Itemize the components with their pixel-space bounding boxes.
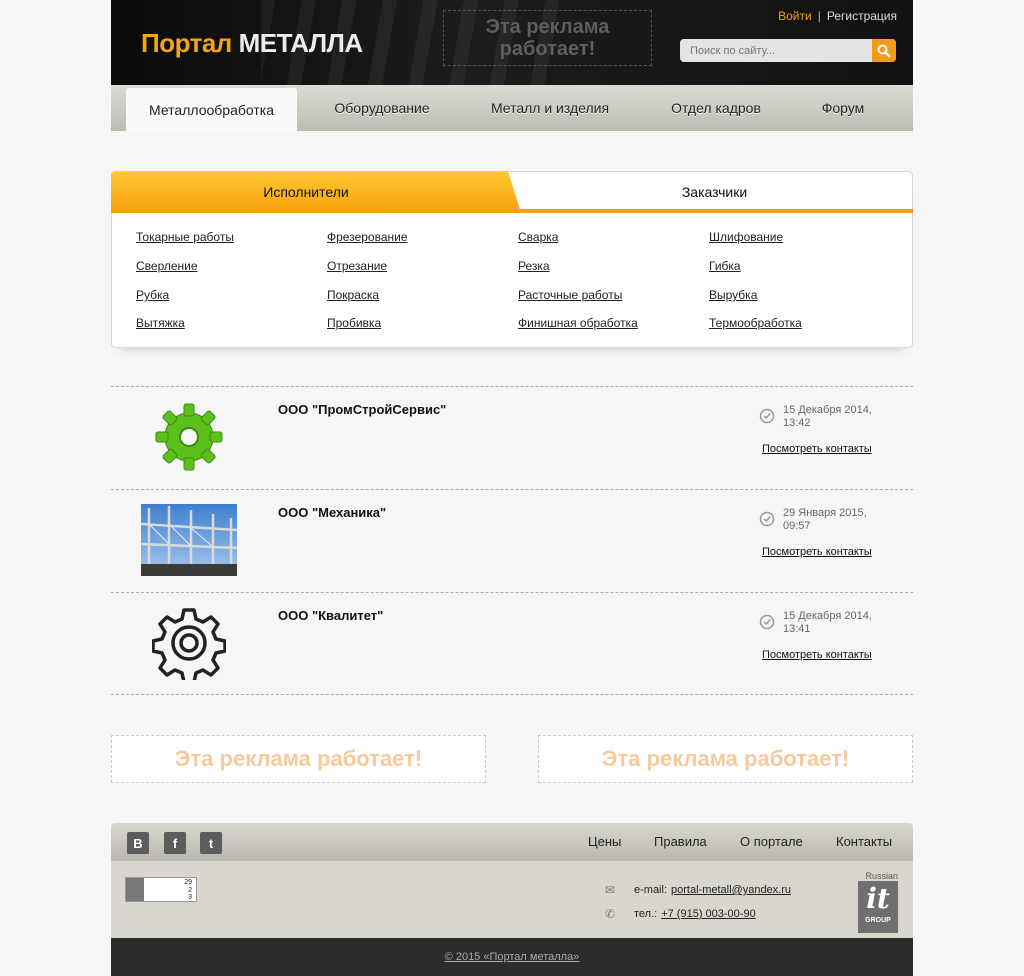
listing-date: 29 Января 2015, 09:57 [783,507,893,533]
nav-item-metalworking[interactable]: Металлообработка [126,88,297,131]
login-link[interactable]: Войти [778,9,812,23]
envelope-icon: ✉ [605,883,616,897]
list-item: ООО "Механика" 29 Января 2015, 09:57 Посм… [111,489,913,592]
header-ad-banner[interactable]: Эта реклама работает! [443,10,652,66]
email-line: ✉ e-mail: portal-metall@yandex.ru [605,883,791,897]
green-gear-icon [155,403,223,471]
tab-underline [512,209,913,213]
list-item: ООО "ПромСтройСервис" 15 Декабря 2014, 13… [111,386,913,489]
category-link[interactable]: Гибка [709,259,741,273]
listing-date-time: 13:42 [783,417,811,429]
category-link[interactable]: Вырубка [709,288,757,302]
category-link[interactable]: Термообработка [709,316,802,330]
footer-nav-about[interactable]: О портале [740,834,803,849]
listing-date-time: 09:57 [783,520,811,532]
outline-gear-icon [152,608,226,680]
site-logo[interactable]: Портал МЕТАЛЛА [141,28,363,59]
search-icon [877,44,891,58]
nav-item-hr[interactable]: Отдел кадров [657,85,775,131]
company-list: ООО "ПромСтройСервис" 15 Декабря 2014, 13… [111,386,913,695]
category-link[interactable]: Шлифование [709,230,783,244]
twitter-icon[interactable]: t [200,832,222,854]
footer-info: 29 2 3 ✉ e-mail: portal-metall@yandex.ru… [111,861,913,938]
footer-top-bar: В f t Цены Правила О портале Контакты [111,823,913,861]
counter-values: 29 2 3 [184,879,192,902]
listing-date-day: 15 Декабря 2014, [783,404,872,416]
search-button[interactable] [872,39,896,62]
counter-bars-icon [126,878,144,901]
logo-part-2: МЕТАЛЛА [238,28,364,58]
phone-icon: ✆ [605,907,616,921]
view-contacts-link[interactable]: Посмотреть контакты [762,649,872,661]
category-link[interactable]: Вытяжка [136,316,185,330]
it-logo-box: it GROUP [858,881,898,933]
footer-nav-contacts[interactable]: Контакты [836,834,892,849]
register-link[interactable]: Регистрация [827,9,897,23]
search-box [680,39,896,62]
footer-nav-rules[interactable]: Правила [654,834,707,849]
category-link[interactable]: Резка [518,259,550,273]
copyright-text[interactable]: © 2015 «Портал металла» [445,951,580,963]
category-link[interactable]: Отрезание [327,259,387,273]
company-thumb[interactable] [141,607,237,680]
company-name[interactable]: ООО "Квалитет" [278,608,383,623]
logo-part-1: Портал [141,28,232,58]
list-item: ООО "Квалитет" 15 Декабря 2014, 13:41 Пос… [111,592,913,695]
listing-date: 15 Декабря 2014, 13:42 [783,404,893,430]
search-input[interactable] [680,39,872,62]
auth-links: Войти | Регистрация [778,9,897,23]
listing-date-day: 15 Декабря 2014, [783,610,872,622]
tab-customers[interactable]: Заказчики [516,171,913,213]
ad-banner-right[interactable]: Эта реклама работает! [538,735,913,783]
counter-value: 29 [184,879,192,886]
clock-icon [759,408,775,424]
category-link[interactable]: Фрезерование [327,230,408,244]
category-link[interactable]: Рубка [136,288,169,302]
russian-it-group-logo[interactable]: Russian it GROUP [858,871,898,935]
category-link[interactable]: Сварка [518,230,558,244]
view-contacts-link[interactable]: Посмотреть контакты [762,546,872,558]
nav-item-metal-products[interactable]: Металл и изделия [473,85,627,131]
listing-date-day: 29 Января 2015, [783,507,867,519]
visit-counter[interactable]: 29 2 3 [125,877,197,902]
auth-separator: | [817,9,821,23]
facebook-icon[interactable]: f [164,832,186,854]
tab-performers[interactable]: Исполнители [111,171,521,213]
counter-value: 2 [188,886,192,894]
category-link[interactable]: Финишная обработка [518,316,638,330]
email-link[interactable]: portal-metall@yandex.ru [671,884,791,896]
category-link[interactable]: Пробивка [327,316,381,330]
listing-date-time: 13:41 [783,623,811,635]
main-nav: Металлообработка Оборудование Металл и и… [111,85,913,131]
category-link[interactable]: Покраска [327,288,379,302]
site-header: Портал МЕТАЛЛА Эта реклама работает! Вой… [111,0,913,85]
listing-date: 15 Декабря 2014, 13:41 [783,610,893,636]
ad-banner-left[interactable]: Эта реклама работает! [111,735,486,783]
category-link[interactable]: Токарные работы [136,230,234,244]
steel-structure-photo [141,504,237,576]
nav-item-forum[interactable]: Форум [803,85,883,131]
category-link[interactable]: Расточные работы [518,288,622,302]
it-logo-top: Russian [865,871,898,881]
phone-line: ✆ тел.: +7 (915) 003-00-90 [605,907,756,921]
vk-icon[interactable]: В [127,832,149,854]
it-logo-group: GROUP [865,917,891,924]
it-logo-main: it [866,882,890,915]
clock-icon [759,614,775,630]
company-thumb[interactable] [141,504,237,576]
phone-label: тел.: [634,908,658,920]
category-link[interactable]: Сверление [136,259,198,273]
footer-nav-prices[interactable]: Цены [588,834,621,849]
category-panel: Исполнители Заказчики Токарные работы Св… [111,171,913,348]
company-name[interactable]: ООО "ПромСтройСервис" [278,402,446,417]
counter-value: 3 [188,894,192,901]
clock-icon [759,511,775,527]
company-thumb[interactable] [141,401,237,473]
email-label: e-mail: [634,884,668,896]
nav-item-equipment[interactable]: Оборудование [316,85,448,131]
company-name[interactable]: ООО "Механика" [278,505,386,520]
footer-copyright-bar: © 2015 «Портал металла» [111,938,913,976]
view-contacts-link[interactable]: Посмотреть контакты [762,443,872,455]
phone-link[interactable]: +7 (915) 003-00-90 [661,908,755,920]
